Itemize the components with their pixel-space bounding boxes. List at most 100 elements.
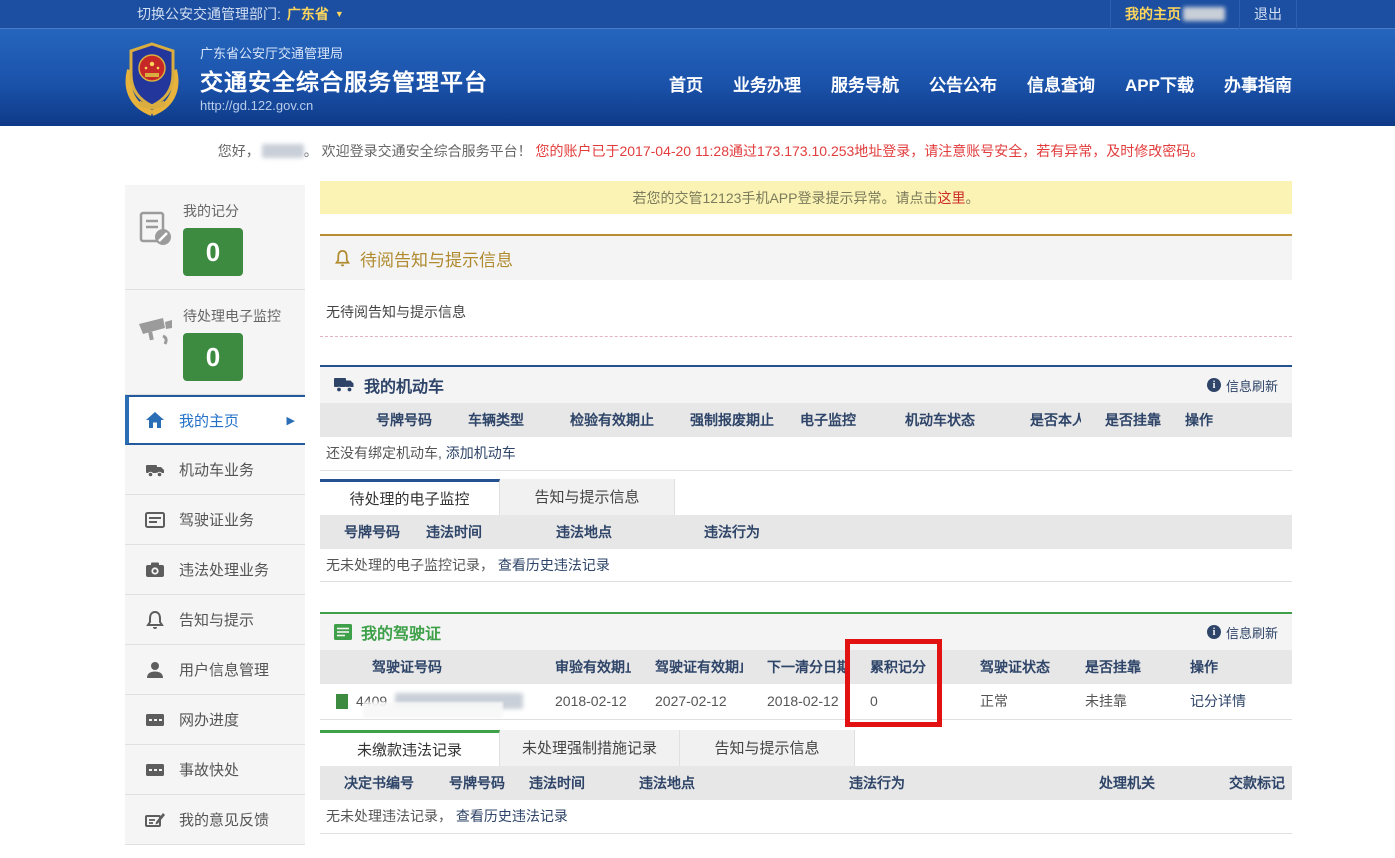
brand: 广东省公安厅交通管理局 交通安全综合服务管理平台 http://gd.122.g… (118, 40, 488, 116)
sidebar-item-notifications[interactable]: 告知与提示 (125, 595, 305, 645)
id-card-icon (145, 511, 165, 528)
redacted-username (261, 144, 304, 158)
col-header: 强制报废期止 (666, 403, 776, 437)
sidebar-item-online-progress[interactable]: 网办进度 (125, 695, 305, 745)
nav-business[interactable]: 业务办理 (733, 71, 801, 96)
violation-tabbar: 未缴款违法记录 未处理强制措施记录 告知与提示信息 (320, 729, 1292, 766)
license-list-icon (334, 624, 352, 640)
logout-button[interactable]: 退出 (1239, 0, 1297, 29)
section-title: 待阅告知与提示信息 (360, 250, 513, 270)
region-switcher[interactable]: 切换公安交通管理部门: 广东省 ▼ (137, 4, 344, 24)
info-icon: i (1206, 625, 1221, 639)
col-header: 下一清分日期 (743, 650, 846, 684)
feedback-pen-icon (145, 812, 165, 827)
main-content: 若您的交管12123手机APP登录提示异常。请点击 这里。 待阅告知与提示信息 无… (320, 181, 1292, 834)
nav-service-guide[interactable]: 服务导航 (831, 71, 899, 96)
sidebar-item-violation-business[interactable]: 违法处理业务 (125, 545, 305, 595)
region-value: 广东省 (286, 6, 329, 22)
sidebar-item-my-home[interactable]: 我的主页 ▶ (125, 395, 305, 445)
refresh-info-button[interactable]: i 信息刷新 (1206, 623, 1278, 642)
sidebar-item-label: 我的主页 (179, 412, 240, 430)
redacted-username (1183, 7, 1225, 21)
sidebar-item-label: 用户信息管理 (179, 662, 270, 679)
section-pending-notices: 待阅告知与提示信息 无待阅告知与提示信息 (320, 234, 1292, 337)
progress-card-icon (146, 713, 164, 726)
col-header: 处理机关 (1075, 765, 1205, 800)
surveillance-camera-icon (139, 318, 172, 345)
monitor-card-label: 待处理电子监控 (183, 308, 281, 324)
switch-label: 切换公安交通管理部门: (137, 6, 281, 22)
site-title: 交通安全综合服务管理平台 (200, 68, 488, 95)
truck-icon (334, 378, 354, 393)
col-header: 驾驶证号码 (320, 650, 531, 684)
police-badge-logo (125, 41, 179, 116)
arrow-right-icon: ▶ (286, 414, 295, 427)
tab-unpaid-violations[interactable]: 未缴款违法记录 (320, 729, 500, 766)
col-header: 号牌号码 (320, 514, 402, 549)
col-header: 号牌号码 (320, 403, 444, 437)
sidebar-item-license-business[interactable]: 驾驶证业务 (125, 495, 305, 545)
banner-suffix: 。 (965, 189, 980, 206)
banner-here-link[interactable]: 这里 (937, 188, 965, 208)
banner-text: 若您的交管12123手机APP登录提示异常。请点击 (632, 189, 938, 206)
col-header: 决定书编号 (320, 765, 425, 800)
refresh-info-button[interactable]: i 信息刷新 (1206, 376, 1278, 395)
section-my-vehicles: 我的机动车 i 信息刷新 号牌号码 车辆类型 检验有效期止 强制报废期止 电子监… (320, 365, 1292, 471)
truck-icon (146, 464, 164, 477)
info-icon: i (1206, 378, 1221, 392)
col-header: 交款标记 (1205, 765, 1292, 800)
refresh-label: 信息刷新 (1225, 378, 1278, 394)
col-header: 检验有效期止 (546, 403, 666, 437)
col-header: 电子监控 (776, 403, 881, 437)
greeting-suffix: 。 欢迎登录交通安全综合服务平台！ (303, 143, 532, 159)
tab-notice-info[interactable]: 告知与提示信息 (680, 729, 855, 766)
nav-info-query[interactable]: 信息查询 (1027, 71, 1095, 96)
col-header: 是否本人 (1006, 403, 1081, 437)
caret-down-icon: ▼ (334, 9, 344, 19)
sidebar-item-label: 告知与提示 (179, 612, 255, 629)
my-home-link[interactable]: 我的主页 (1110, 0, 1239, 29)
sidebar-item-user-info[interactable]: 用户信息管理 (125, 645, 305, 695)
topbar: 切换公安交通管理部门: 广东省 ▼ 我的主页 退出 (0, 0, 1395, 29)
accident-card-icon (146, 763, 164, 776)
col-header: 是否挂靠 (1081, 403, 1161, 437)
sidebar-item-label: 机动车业务 (179, 462, 255, 479)
section-title: 我的机动车 (364, 379, 445, 396)
login-alert-text: 您的账户已于2017-04-20 11:28通过173.173.10.253地址… (535, 143, 1205, 159)
logout-label: 退出 (1254, 6, 1282, 22)
violation-table: 决定书编号 号牌号码 违法时间 违法地点 违法行为 处理机关 交款标记 无未处理… (320, 765, 1292, 834)
tab-notice-info[interactable]: 告知与提示信息 (500, 478, 675, 515)
sidebar-item-accident-quick[interactable]: 事故快处 (125, 745, 305, 795)
score-card: 我的记分 0 (125, 185, 305, 290)
home-icon (146, 412, 164, 428)
add-vehicle-link[interactable]: 添加机动车 (446, 445, 516, 461)
nav-home[interactable]: 首页 (669, 71, 703, 96)
col-header: 车辆类型 (444, 403, 546, 437)
nav-app-download[interactable]: APP下载 (1125, 71, 1194, 96)
nav-announcements[interactable]: 公告公布 (929, 71, 997, 96)
view-history-link[interactable]: 查看历史违法记录 (498, 557, 610, 573)
points-detail-link[interactable]: 记分详情 (1190, 693, 1246, 709)
affiliation-status: 未挂靠 (1061, 684, 1166, 720)
sidebar-item-feedback[interactable]: 我的意见反馈 (125, 795, 305, 845)
tab-pending-monitor[interactable]: 待处理的电子监控 (320, 478, 500, 515)
col-header: 机动车状态 (881, 403, 1006, 437)
col-header: 操作 (1161, 403, 1292, 437)
monitor-card-value: 0 (183, 333, 243, 381)
col-header: 驾驶证有效期止 (631, 650, 743, 684)
license-expiry: 2027-02-12 (631, 684, 743, 720)
sidebar-item-vehicle-business[interactable]: 机动车业务 (125, 445, 305, 495)
accumulated-points: 0 (846, 684, 956, 720)
greeting-prefix: 您好， (217, 143, 260, 159)
nav-handbook[interactable]: 办事指南 (1224, 71, 1292, 96)
audit-expiry: 2018-02-12 (531, 684, 631, 720)
camera-icon (146, 562, 164, 577)
sidebar: 我的记分 0 待处理电子监控 0 我的主页 ▶ 机动车业务 驾驶证业务 违法处理… (125, 185, 305, 845)
tab-unprocessed-measures[interactable]: 未处理强制措施记录 (500, 729, 680, 766)
monitor-tabbar: 待处理的电子监控 告知与提示信息 (320, 478, 1292, 515)
table-row: 无未处理的电子监控记录， 查看历史违法记录 (320, 548, 1292, 582)
col-header: 操作 (1166, 650, 1292, 684)
sidebar-item-label: 违法处理业务 (179, 562, 270, 579)
sidebar-item-label: 网办进度 (179, 712, 240, 729)
view-history-link[interactable]: 查看历史违法记录 (456, 808, 568, 824)
